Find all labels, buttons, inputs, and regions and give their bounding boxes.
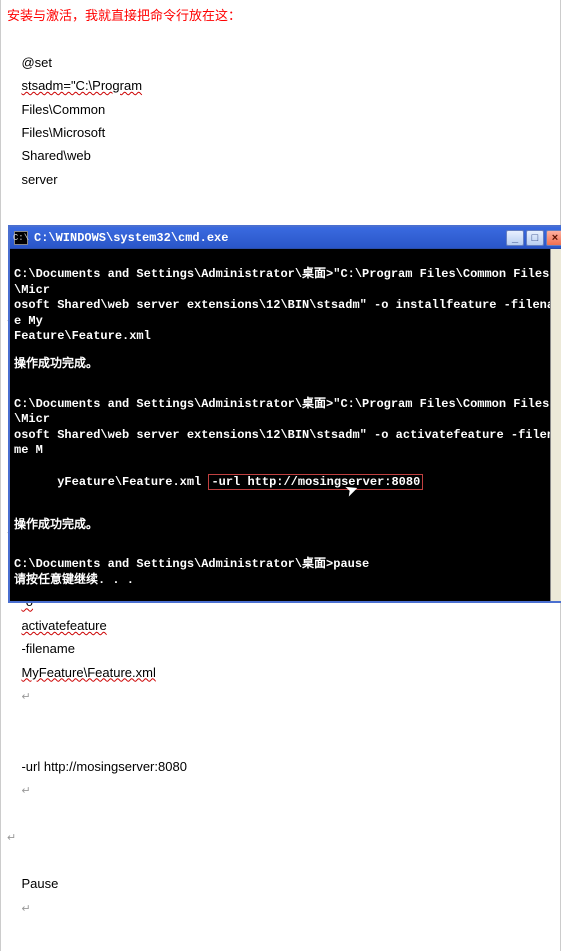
t: -url http://mosingserver:8080: [21, 759, 186, 774]
doc-pause-line: Pause ↵: [7, 849, 554, 943]
console-line: C:\Documents and Settings\Administrator\…: [14, 557, 561, 573]
cmd-icon: C:\: [14, 231, 28, 245]
t: stsadm="C:\Program: [21, 78, 142, 93]
t: yFeature\Feature.xml: [57, 475, 208, 489]
doc-url-line: -url http://mosingserver:8080 ↵: [7, 731, 554, 825]
t: server: [21, 172, 57, 187]
console-line: osoft Shared\web server extensions\12\BI…: [14, 428, 561, 459]
return-mark: ↵: [21, 691, 30, 703]
window-buttons: _ □ ×: [506, 230, 561, 246]
blank-line: ↵: [7, 825, 554, 849]
titlebar[interactable]: C:\ C:\WINDOWS\system32\cmd.exe _ □ ×: [10, 227, 561, 249]
t: Pause: [21, 876, 58, 891]
doc-set-line: @set stsadm="C:\Program Files\Common Fil…: [7, 27, 554, 214]
t: Shared\web: [21, 148, 90, 163]
console-output[interactable]: C:\Documents and Settings\Administrator\…: [10, 249, 561, 601]
console-line: 操作成功完成。: [14, 357, 561, 373]
console-line: 操作成功完成。: [14, 518, 561, 534]
console-line: 请按任意键继续. . .: [14, 573, 561, 589]
minimize-button[interactable]: _: [506, 230, 524, 246]
t: activatefeature: [21, 618, 106, 633]
t: Files\Microsoft: [21, 125, 105, 140]
console-line: C:\Documents and Settings\Administrator\…: [14, 397, 561, 428]
window-title: C:\WINDOWS\system32\cmd.exe: [34, 231, 506, 245]
highlighted-url: -url http://mosingserver:8080: [208, 474, 423, 490]
vertical-scrollbar[interactable]: [550, 249, 561, 601]
t: Files\Common: [21, 102, 105, 117]
return-mark: ↵: [21, 785, 30, 797]
t: MyFeature\Feature.xml: [21, 665, 155, 680]
cmd-window: C:\ C:\WINDOWS\system32\cmd.exe _ □ × C:…: [8, 225, 561, 603]
doc-heading: 安装与激活，我就直接把命令行放在这：: [7, 4, 554, 27]
console-line: C:\Documents and Settings\Administrator\…: [14, 267, 561, 298]
t: -filename: [21, 641, 74, 656]
close-button[interactable]: ×: [546, 230, 561, 246]
console-line: Feature\Feature.xml: [14, 329, 561, 345]
t: @set: [21, 55, 52, 70]
console-line: yFeature\Feature.xml -url http://mosings…: [14, 459, 561, 506]
return-mark: ↵: [21, 903, 30, 915]
maximize-button[interactable]: □: [526, 230, 544, 246]
console-line: osoft Shared\web server extensions\12\BI…: [14, 298, 561, 329]
